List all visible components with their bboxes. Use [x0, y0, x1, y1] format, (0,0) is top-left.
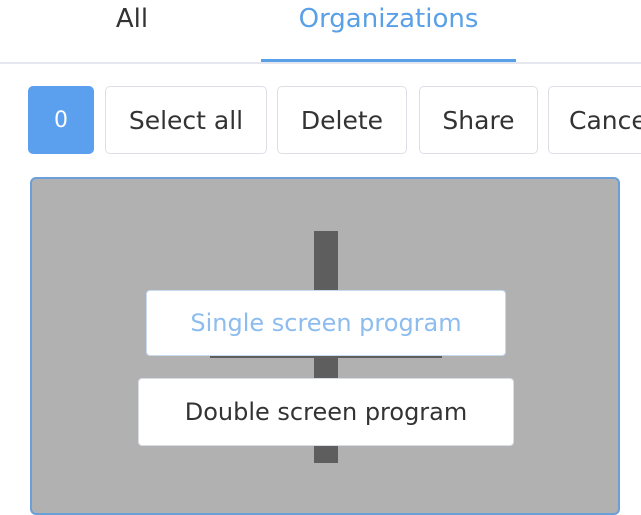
tab-all[interactable]: All	[62, 0, 202, 62]
program-card[interactable]: Single screen program Double screen prog…	[30, 177, 620, 515]
delete-button[interactable]: Delete	[277, 86, 407, 154]
single-screen-program-button[interactable]: Single screen program	[146, 290, 506, 356]
tab-bar: All Organizations	[0, 0, 641, 64]
tab-organizations[interactable]: Organizations	[261, 0, 516, 62]
cancel-button[interactable]: Cancel	[548, 86, 641, 154]
tab-bar-divider	[0, 62, 641, 64]
share-button[interactable]: Share	[419, 86, 538, 154]
selected-count-badge[interactable]: 0	[28, 86, 94, 154]
action-toolbar: 0 Select all Delete Share Cancel	[0, 85, 641, 157]
double-screen-program-button[interactable]: Double screen program	[138, 378, 514, 446]
select-all-button[interactable]: Select all	[105, 86, 267, 154]
program-selection-page: All Organizations 0 Select all Delete Sh…	[0, 0, 641, 515]
